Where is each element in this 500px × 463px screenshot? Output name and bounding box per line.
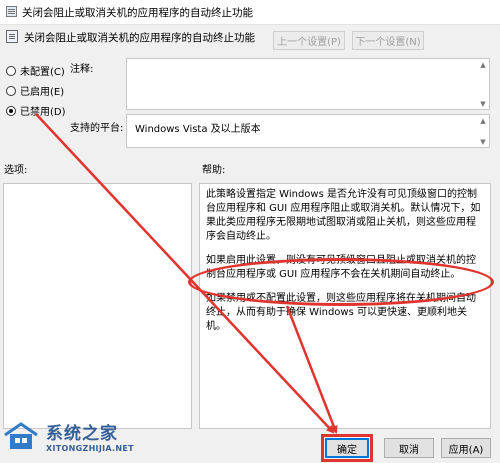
policy-setting-icon xyxy=(6,30,18,43)
chevron-down-icon[interactable]: ▼ xyxy=(478,99,488,108)
apply-button[interactable]: 应用(A) xyxy=(441,438,491,458)
help-label: 帮助: xyxy=(202,165,226,176)
cancel-button[interactable]: 取消 xyxy=(384,438,434,458)
radio-label: 已禁用(D) xyxy=(20,107,66,118)
watermark: 系统之家 XITONGZHIJIA.NET xyxy=(2,412,172,460)
options-label: 选项: xyxy=(4,165,28,176)
next-setting-button[interactable]: 下一个设置(N) xyxy=(352,31,424,50)
platform-value: Windows Vista 及以上版本 xyxy=(135,124,261,135)
radio-circle-checked[interactable] xyxy=(6,105,16,116)
platform-label: 支持的平台: xyxy=(70,123,124,134)
radio-circle[interactable] xyxy=(6,65,16,76)
comment-label: 注释: xyxy=(70,64,94,75)
radio-label: 未配置(C) xyxy=(20,67,65,78)
chevron-down-icon[interactable]: ▼ xyxy=(478,137,488,146)
radio-enabled[interactable]: 已启用(E) xyxy=(6,83,64,98)
title-bar: 关闭会阻止或取消关机的应用程序的自动终止功能 xyxy=(0,0,500,25)
watermark-brand: 系统之家 xyxy=(46,424,118,444)
ok-button[interactable]: 确定 xyxy=(325,438,369,458)
radio-not-configured[interactable]: 未配置(C) xyxy=(6,63,65,78)
policy-icon xyxy=(6,6,17,17)
window-title: 关闭会阻止或取消关机的应用程序的自动终止功能 xyxy=(22,7,253,19)
chevron-up-icon[interactable]: ▲ xyxy=(478,60,488,69)
setting-title: 关闭会阻止或取消关机的应用程序的自动终止功能 xyxy=(24,32,255,44)
chevron-up-icon[interactable]: ▲ xyxy=(478,116,488,125)
help-paragraph-1: 此策略设置指定 Windows 是否允许没有可见顶级窗口的控制台应用程序和 GU… xyxy=(206,189,481,242)
radio-disabled[interactable]: 已禁用(D) xyxy=(6,103,66,118)
comment-textarea[interactable]: ▲ ▼ xyxy=(126,58,490,110)
platform-box: Windows Vista 及以上版本 ▲ ▼ xyxy=(126,114,490,148)
watermark-url: XITONGZHIJIA.NET xyxy=(46,444,134,453)
radio-circle[interactable] xyxy=(6,85,16,96)
previous-setting-button[interactable]: 上一个设置(P) xyxy=(273,31,345,50)
radio-label: 已启用(E) xyxy=(20,87,65,98)
house-logo-icon xyxy=(4,422,38,449)
help-paragraph-3: 如果禁用或不配置此设置，则这些应用程序将在关机期间自动终止，从而有助于确保 Wi… xyxy=(206,293,476,332)
help-paragraph-2: 如果启用此设置，则没有可见顶级窗口且阻止或取消关机的控制台应用程序或 GUI 应… xyxy=(206,255,476,280)
help-pane: 此策略设置指定 Windows 是否允许没有可见顶级窗口的控制台应用程序和 GU… xyxy=(199,183,491,429)
options-pane xyxy=(3,183,192,429)
